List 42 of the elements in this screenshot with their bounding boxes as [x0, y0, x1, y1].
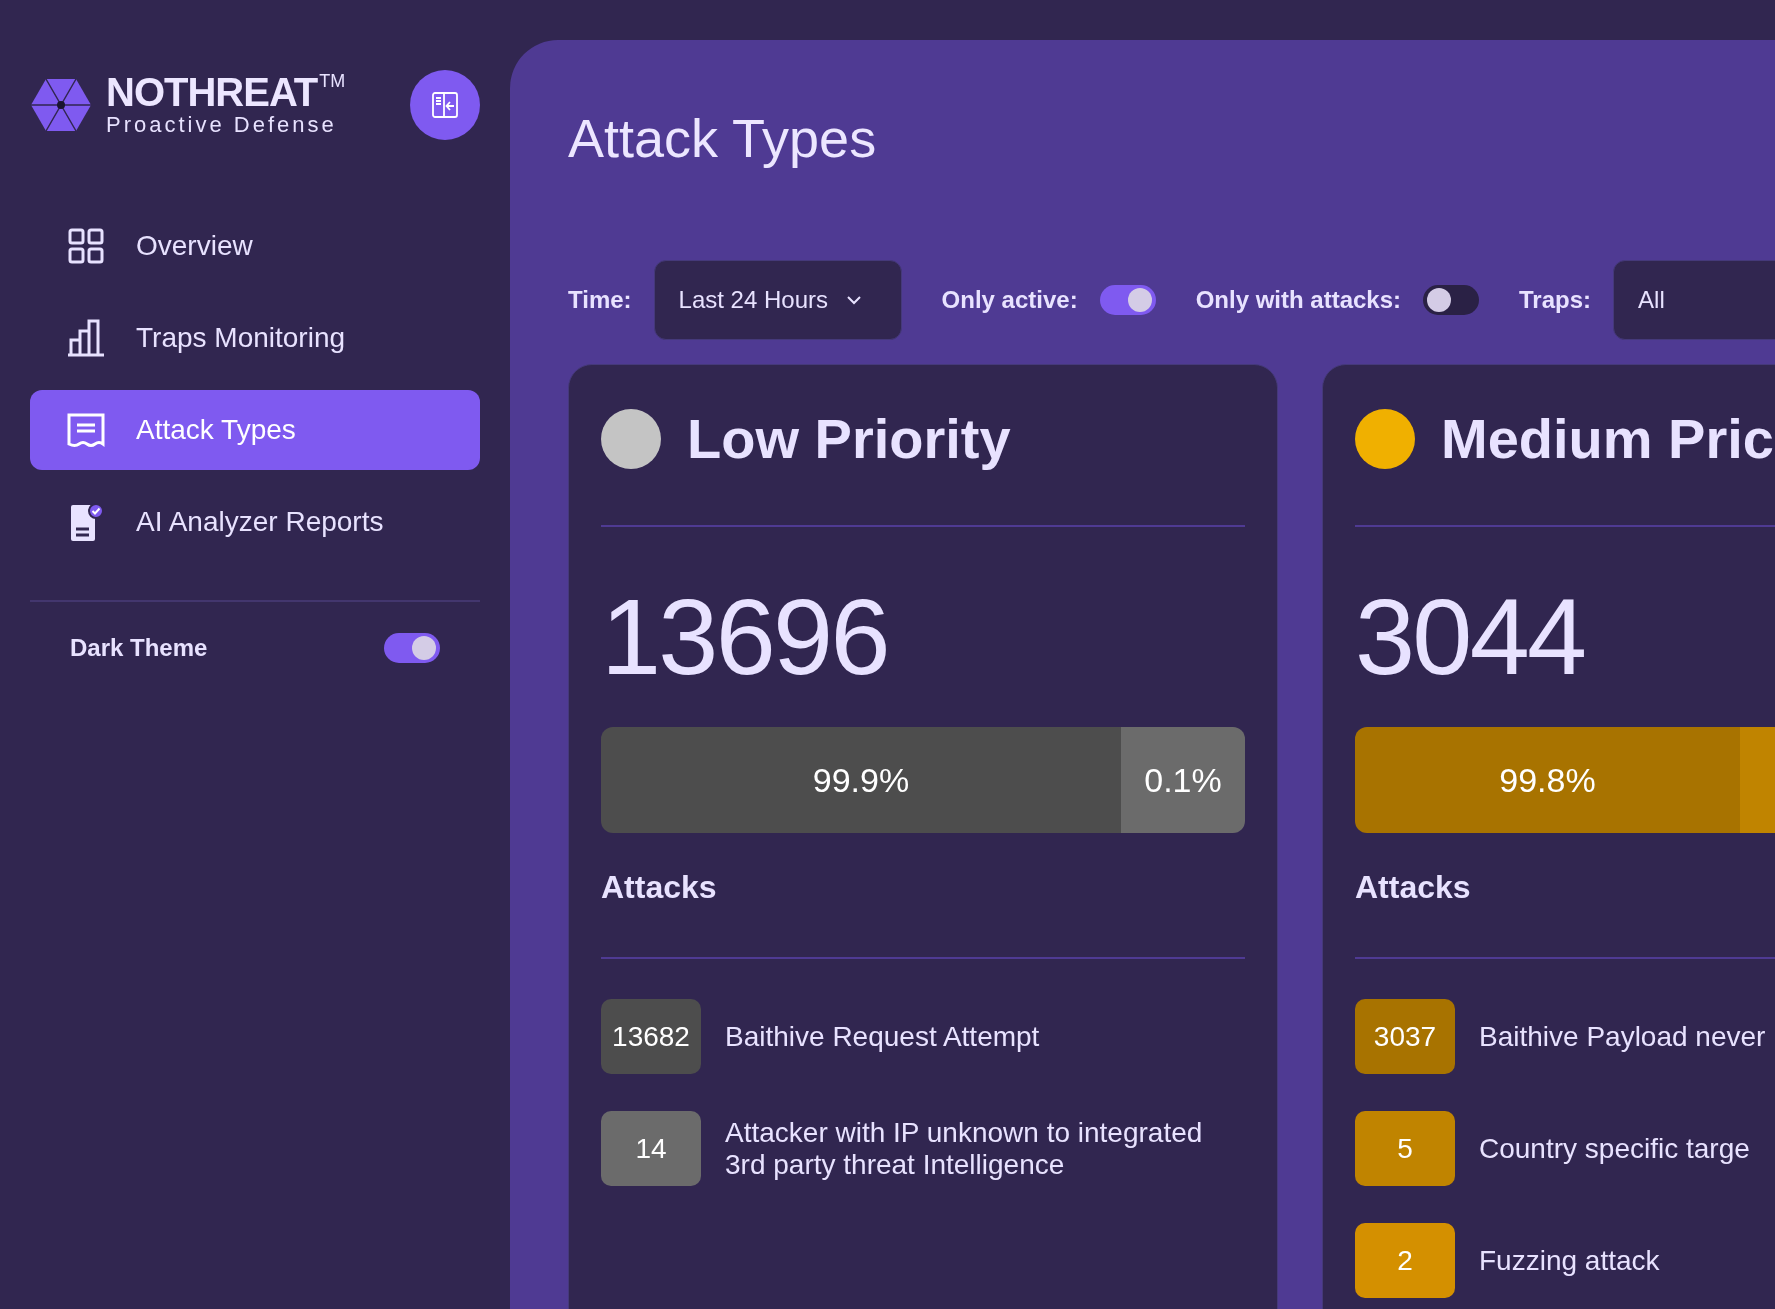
filter-dropdown[interactable]: Last 24 Hours: [653, 260, 902, 340]
filter-label: Traps:: [1519, 285, 1592, 315]
nav-item[interactable]: AI Analyzer Reports: [30, 482, 480, 562]
filter-toggle[interactable]: [1099, 285, 1156, 315]
chevron-down-icon: [846, 295, 862, 305]
dark-theme-label: Dark Theme: [70, 633, 208, 663]
bar-segment: 99.8%: [1355, 727, 1740, 833]
attack-name: Baithive Request Attempt: [725, 1020, 1040, 1053]
attack-name: Baithive Payload never: [1479, 1020, 1766, 1053]
attack-count: 3037: [1355, 999, 1455, 1074]
attack-name: Country specific targe: [1479, 1132, 1750, 1165]
total-count: 13696: [601, 577, 889, 697]
bar-chart-icon: [66, 318, 106, 358]
filter-toggle[interactable]: [1423, 285, 1480, 315]
hexagon-logo-icon: [30, 77, 92, 133]
page-title: Attack Types: [568, 107, 878, 170]
card-title: Low Priority: [687, 406, 1011, 472]
attack-name: Attacker with IP unknown to integrated 3rd party threat Intelligence: [725, 1116, 1204, 1181]
card-title: Medium Pric: [1441, 406, 1774, 472]
filter-label: Only active:: [941, 285, 1078, 315]
nav-item[interactable]: Attack Types: [30, 390, 480, 470]
total-count: 3044: [1355, 577, 1586, 697]
attacks-heading: Attacks: [1355, 868, 1472, 907]
filter-dropdown[interactable]: All: [1613, 260, 1775, 340]
dark-theme-toggle[interactable]: [384, 633, 440, 663]
sidebar-collapse-icon: [431, 91, 459, 119]
grid-icon: [66, 226, 106, 266]
brand-name: NOTHREAT: [106, 72, 318, 112]
nav-item[interactable]: Traps Monitoring: [30, 298, 480, 378]
filter-label: Only with attacks:: [1195, 285, 1402, 315]
attacks-heading: Attacks: [601, 868, 718, 907]
attack-count: 5: [1355, 1111, 1455, 1186]
attack-count: 13682: [601, 999, 701, 1074]
filter-label: Time:: [568, 285, 632, 315]
brand-tagline: Proactive Defense: [106, 112, 338, 138]
nav-item[interactable]: Overview: [30, 206, 480, 286]
attack-name: Fuzzing attack: [1479, 1244, 1660, 1277]
attack-count: 14: [601, 1111, 701, 1186]
attack-count: 2: [1355, 1223, 1455, 1298]
bar-segment: 0.1%: [1121, 727, 1245, 833]
trademark-mark: TM: [319, 72, 346, 90]
bar-segment: 99.9%: [601, 727, 1121, 833]
